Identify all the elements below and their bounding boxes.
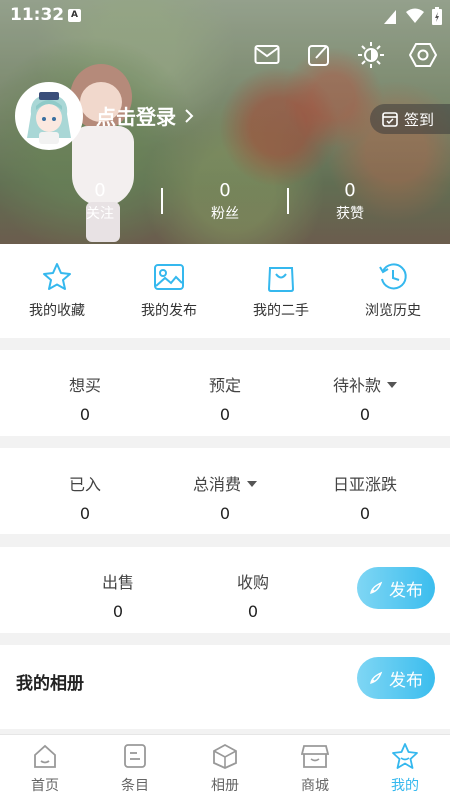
history-icon (379, 263, 407, 290)
nav-label: 首页 (31, 778, 59, 794)
stat-label: 粉丝 (211, 206, 239, 222)
album-title: 我的相册 (16, 674, 84, 694)
summary-value: 0 (219, 504, 231, 523)
quick-history[interactable]: 浏览历史 (337, 260, 449, 320)
nav-store[interactable]: 商城 (270, 741, 360, 795)
album-section: 我的相册 发布 (0, 645, 450, 729)
quick-my-posts[interactable]: 我的发布 (113, 260, 225, 320)
dropdown-caret-icon (387, 382, 397, 388)
stat-likes[interactable]: 0 获赞 (300, 180, 400, 223)
summary-value: 0 (359, 504, 371, 523)
summary-label: 已入 (68, 475, 101, 494)
rocket-icon (370, 581, 383, 594)
theme-icon[interactable] (356, 40, 386, 70)
signal-icon (384, 10, 396, 24)
checkin-label: 签到 (404, 110, 435, 129)
nav-home[interactable]: 首页 (0, 741, 90, 795)
summary-value: 0 (247, 602, 259, 621)
stat-value: 0 (344, 180, 356, 201)
orders-summary: 想买 0 预定 0 待补款 0 (0, 350, 450, 436)
login-text: 点击登录 (96, 105, 176, 129)
album-icon (213, 743, 237, 769)
publish-label: 发布 (389, 580, 423, 601)
image-icon (154, 264, 184, 290)
calendar-icon (382, 112, 398, 127)
trade-summary: 出售 0 收购 0 发布 (0, 547, 450, 633)
summary-want-buy[interactable]: 想买 0 (10, 372, 160, 424)
star-icon (43, 263, 71, 290)
nav-label: 我的 (391, 778, 419, 794)
bottom-nav: 首页 条目 相册 商城 我的 (0, 734, 450, 800)
summary-label: 收购 (236, 573, 269, 592)
quick-actions: 我的收藏 我的发布 我的二手 浏览历史 (0, 244, 450, 338)
stat-value: 0 (219, 180, 231, 201)
home-icon (34, 744, 56, 768)
quick-favorites[interactable]: 我的收藏 (1, 260, 113, 320)
stat-divider (287, 188, 289, 214)
rocket-icon (370, 671, 383, 684)
quick-secondhand[interactable]: 我的二手 (225, 260, 337, 320)
summary-reserved[interactable]: 预定 0 (150, 372, 300, 424)
profile-stats: 0 关注 0 粉丝 0 获赞 (0, 180, 450, 230)
album-publish-button[interactable]: 发布 (357, 657, 435, 699)
wifi-icon (406, 8, 424, 23)
quick-label: 我的发布 (141, 303, 197, 319)
summary-label: 日亚涨跌 (332, 475, 397, 494)
login-link[interactable]: 点击登录 (96, 101, 194, 130)
publish-label: 发布 (389, 670, 423, 691)
summary-value: 0 (79, 405, 91, 424)
nav-entries[interactable]: 条目 (90, 741, 180, 795)
summary-label: 预定 (208, 376, 241, 395)
edit-icon[interactable] (304, 40, 334, 70)
nav-label: 条目 (121, 778, 149, 794)
quick-label: 我的二手 (253, 303, 309, 319)
avatar[interactable] (15, 82, 83, 150)
list-icon (124, 744, 146, 768)
status-time: 11:32 (10, 5, 65, 25)
checkin-button[interactable]: 签到 (370, 104, 450, 134)
quick-label: 浏览历史 (365, 303, 421, 319)
quick-label: 我的收藏 (29, 303, 85, 319)
summary-value: 0 (219, 405, 231, 424)
summary-value: 0 (359, 405, 371, 424)
summary-label: 想买 (68, 376, 101, 395)
stat-following[interactable]: 0 关注 (50, 180, 150, 223)
status-a-badge: A (68, 9, 81, 22)
stat-divider (161, 188, 163, 214)
bag-icon (267, 267, 295, 292)
summary-pending-payment[interactable]: 待补款 0 (290, 372, 440, 424)
summary-total-spend[interactable]: 总消费 0 (150, 471, 300, 523)
nav-label: 商城 (301, 778, 329, 794)
stat-label: 获赞 (336, 206, 364, 222)
summary-label: 总消费 (192, 475, 241, 494)
mail-icon[interactable] (252, 40, 282, 70)
stat-followers[interactable]: 0 粉丝 (175, 180, 275, 223)
dropdown-caret-icon (247, 481, 257, 487)
status-bar: 11:32 A (0, 0, 450, 32)
summary-label: 待补款 (332, 376, 381, 395)
nav-label: 相册 (211, 778, 239, 794)
spend-summary: 已入 0 总消费 0 日亚涨跌 0 (0, 448, 450, 534)
stat-value: 0 (94, 180, 106, 201)
settings-icon[interactable] (408, 40, 438, 70)
summary-amazon-jp-change[interactable]: 日亚涨跌 0 (290, 471, 440, 523)
profile-star-icon (392, 743, 418, 769)
publish-button[interactable]: 发布 (357, 567, 435, 609)
header-toolbar (252, 40, 438, 70)
chevron-right-icon (185, 108, 194, 123)
nav-mine[interactable]: 我的 (360, 741, 450, 795)
stat-label: 关注 (86, 206, 114, 222)
summary-owned[interactable]: 已入 0 (10, 471, 160, 523)
store-icon (301, 745, 329, 768)
battery-icon (432, 7, 442, 25)
nav-album[interactable]: 相册 (180, 741, 270, 795)
summary-buy[interactable]: 收购 0 (178, 569, 328, 621)
summary-value: 0 (79, 504, 91, 523)
